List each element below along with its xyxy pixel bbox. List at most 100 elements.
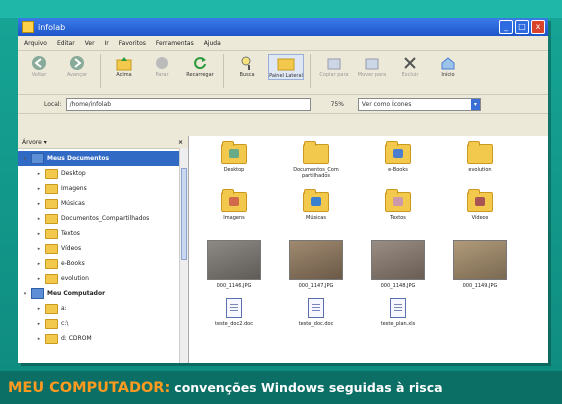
toolbar-separator	[100, 54, 101, 88]
collapsed-arrow-icon[interactable]: ▸	[36, 276, 42, 282]
folder-item[interactable]: e-Books	[363, 141, 433, 173]
home-icon	[438, 54, 458, 72]
folder-icon	[45, 183, 58, 194]
folder-item[interactable]: Imagens	[199, 189, 269, 221]
menu-item-1[interactable]: Editar	[57, 40, 75, 47]
tree-item[interactable]: ▾ Meu Computador	[18, 286, 188, 301]
image-file-item[interactable]: 000_1147.JPG	[281, 240, 351, 289]
collapsed-arrow-icon[interactable]: ▸	[36, 186, 42, 192]
toolbar-button-10[interactable]: Início	[431, 54, 465, 78]
toolbar-button-6[interactable]: Painel Lateral	[268, 54, 304, 80]
collapsed-arrow-icon[interactable]: ▸	[36, 336, 42, 342]
folder-icon	[303, 141, 329, 164]
menu-item-6[interactable]: Ajuda	[204, 40, 221, 47]
image-file-item[interactable]: 000_1148.JPG	[363, 240, 433, 289]
maximize-button[interactable]: □	[515, 20, 529, 34]
tree-item[interactable]: ▸ a:	[18, 301, 188, 316]
toolbar-button-2[interactable]: Acima	[107, 54, 141, 78]
toolbar-button-8[interactable]: Mover para	[355, 54, 389, 78]
folder-item[interactable]: Músicas	[281, 189, 351, 221]
folder-icon	[22, 21, 34, 33]
document-file-item[interactable]: teste_plan.xls	[363, 298, 433, 327]
expanded-arrow-icon[interactable]: ▾	[22, 156, 28, 162]
menu-item-2[interactable]: Ver	[85, 40, 95, 47]
search-icon	[237, 54, 257, 72]
toolbar-button-9[interactable]: Excluir	[393, 54, 427, 78]
tree-item[interactable]: ▸ Vídeos	[18, 241, 188, 256]
tree-item[interactable]: ▸ e-Books	[18, 256, 188, 271]
toolbar-button-label: Voltar	[31, 72, 47, 78]
file-label: Músicas	[306, 215, 326, 221]
tree-item[interactable]: ▸ c:\	[18, 316, 188, 331]
tree-item-label: Imagens	[61, 185, 87, 192]
zoom-level[interactable]: 75%	[331, 101, 344, 108]
menu-item-4[interactable]: Favoritos	[119, 40, 146, 47]
image-file-item[interactable]: 000_1149.JPG	[445, 240, 515, 289]
tree-item[interactable]: ▸ d: CDROM	[18, 331, 188, 346]
toolbar-button-7[interactable]: Copiar para	[317, 54, 351, 78]
toolbar-button-5[interactable]: Busca	[230, 54, 264, 78]
location-input[interactable]: /home/infolab	[65, 97, 311, 111]
chevron-down-icon[interactable]: ▾	[470, 98, 480, 110]
toolbar: Voltar Avançar Acima Parar Recarregar Busca Pa…	[18, 51, 548, 95]
folder-item[interactable]: Vídeos	[445, 189, 515, 221]
sidebar-scrollbar[interactable]	[179, 148, 188, 363]
tree-item[interactable]: ▸ Imagens	[18, 181, 188, 196]
tree-item[interactable]: ▾ Meus Documentos	[18, 151, 188, 166]
collapsed-arrow-icon[interactable]: ▸	[36, 201, 42, 207]
photo-thumbnail	[207, 240, 261, 280]
folder-item[interactable]: Documentos_Com partilhados	[281, 141, 351, 179]
image-file-item[interactable]: 000_1146.JPG	[199, 240, 269, 289]
folder-item[interactable]: Desktop	[199, 141, 269, 173]
menu-item-5[interactable]: Ferramentas	[156, 40, 194, 47]
toolbar-button-label: Acima	[116, 72, 132, 78]
toolbar-button-3[interactable]: Parar	[145, 54, 179, 78]
view-mode-select[interactable]: Ver como Ícones ▾	[357, 97, 481, 111]
tree-item[interactable]: ▸ Músicas	[18, 196, 188, 211]
toolbar-button-4[interactable]: Recarregar	[183, 54, 217, 78]
close-button[interactable]: x	[531, 20, 545, 34]
folder-icon	[45, 198, 58, 209]
file-label: 000_1147.JPG	[298, 283, 334, 289]
minimize-button[interactable]: _	[499, 20, 513, 34]
chevron-down-icon[interactable]: ▾	[42, 139, 47, 146]
folder-emblem-icon	[311, 197, 321, 206]
file-label: e-Books	[388, 167, 408, 173]
menu-item-0[interactable]: Arquivo	[24, 40, 47, 47]
collapsed-arrow-icon[interactable]: ▸	[36, 261, 42, 267]
menu-item-3[interactable]: Ir	[105, 40, 109, 47]
collapsed-arrow-icon[interactable]: ▸	[36, 246, 42, 252]
folder-icon	[45, 228, 58, 239]
file-manager-window: infolab _ □ x Arquivo Editar Ver Ir Favorito…	[18, 18, 548, 363]
file-label: 000_1149.JPG	[462, 283, 498, 289]
close-icon[interactable]: ×	[178, 139, 183, 146]
photo-thumbnail	[371, 240, 425, 280]
folder-icon	[45, 303, 58, 314]
tree-item[interactable]: ▸ Textos	[18, 226, 188, 241]
collapsed-arrow-icon[interactable]: ▸	[36, 321, 42, 327]
toolbar-button-0[interactable]: Voltar	[22, 54, 56, 78]
folder-icon	[45, 213, 58, 224]
toolbar-button-1[interactable]: Avançar	[60, 54, 94, 78]
scrollbar-thumb[interactable]	[181, 168, 187, 260]
window-title: infolab	[38, 22, 66, 32]
collapsed-arrow-icon[interactable]: ▸	[36, 216, 42, 222]
location-label: Local:	[44, 100, 62, 108]
sidebar-title[interactable]: Árvore	[22, 139, 42, 146]
tree-item[interactable]: ▸ Desktop	[18, 166, 188, 181]
toolbar-button-label: Mover para	[357, 72, 387, 78]
tree-item[interactable]: ▸ evolution	[18, 271, 188, 286]
tree-item-label: d: CDROM	[61, 335, 92, 342]
tree-item[interactable]: ▸ Documentos_Compartilhados	[18, 211, 188, 226]
folder-item[interactable]: Textos	[363, 189, 433, 221]
up-folder-icon	[114, 54, 134, 72]
collapsed-arrow-icon[interactable]: ▸	[36, 231, 42, 237]
collapsed-arrow-icon[interactable]: ▸	[36, 306, 42, 312]
document-file-item[interactable]: teste_doc2.doc	[199, 298, 269, 327]
title-bar[interactable]: infolab _ □ x	[18, 18, 548, 36]
collapsed-arrow-icon[interactable]: ▸	[36, 171, 42, 177]
folder-item[interactable]: evolution	[445, 141, 515, 173]
expanded-arrow-icon[interactable]: ▾	[22, 291, 28, 297]
folder-icon	[45, 168, 58, 179]
document-file-item[interactable]: teste_doc.doc	[281, 298, 351, 327]
